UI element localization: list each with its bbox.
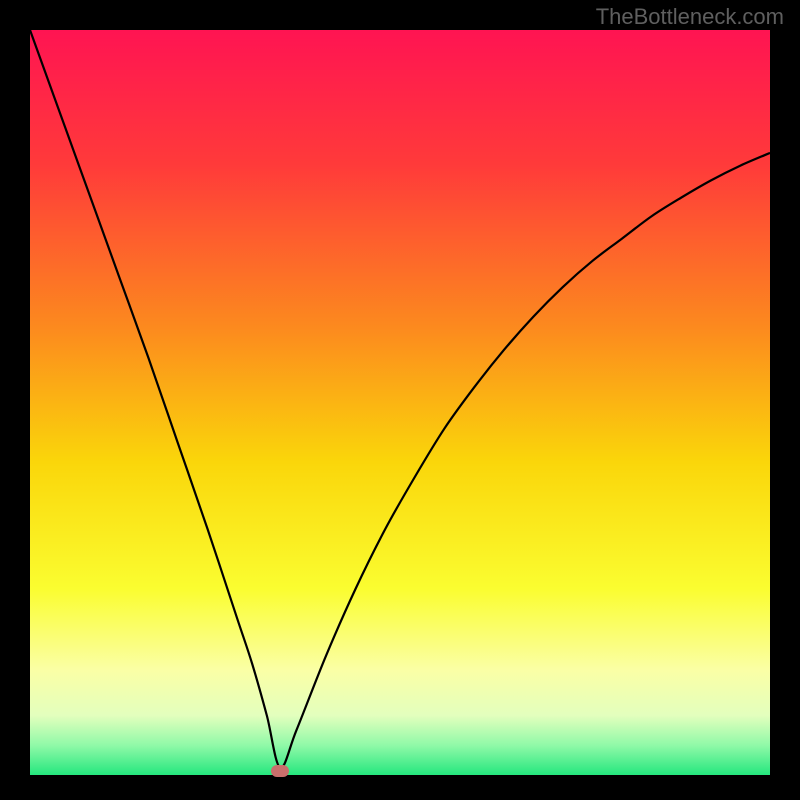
chart-plot: [30, 30, 770, 775]
watermark-text: TheBottleneck.com: [596, 4, 784, 30]
chart-marker-dot: [271, 765, 289, 777]
chart-curve: [30, 30, 770, 775]
